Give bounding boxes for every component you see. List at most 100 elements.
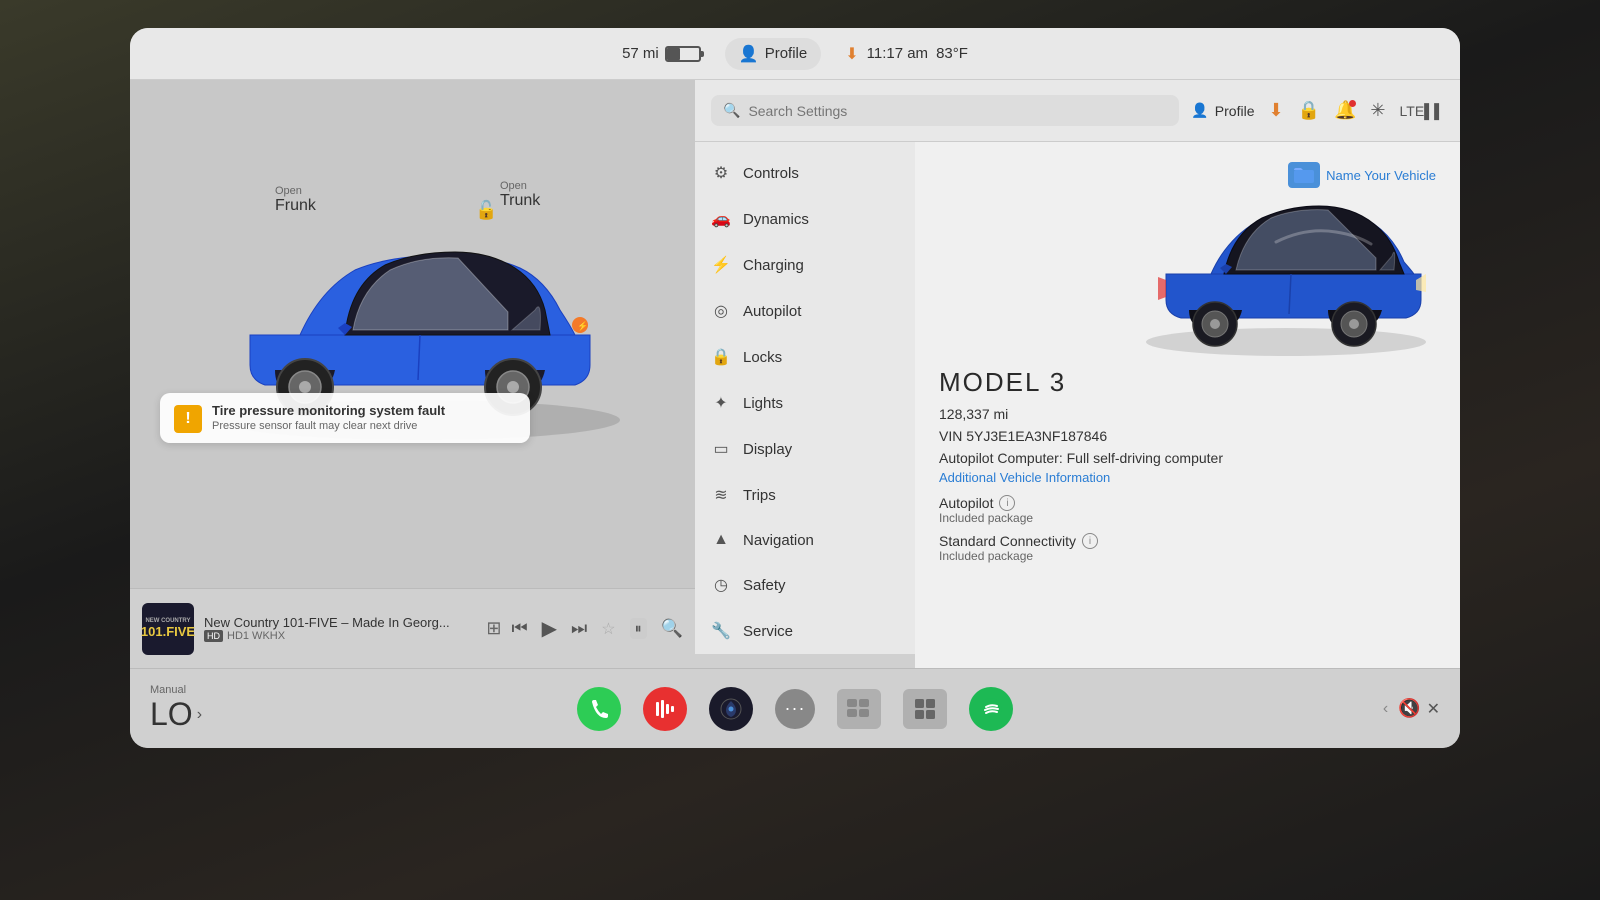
battery-bar — [665, 46, 701, 62]
navigation-icon: ▲ — [711, 531, 731, 549]
download-header-icon: ⬇ — [1268, 100, 1283, 121]
bell-icon: 🔔 — [1334, 100, 1356, 121]
trips-icon: ≋ — [711, 485, 731, 505]
charging-icon: ⚡ — [711, 255, 731, 275]
search-music-icon[interactable]: 🔍 — [661, 618, 683, 639]
map-icon[interactable] — [709, 687, 753, 731]
menu-item-dynamics[interactable]: 🚗 Dynamics — [695, 196, 915, 242]
search-box[interactable]: 🔍 — [711, 95, 1179, 126]
menu-item-lights[interactable]: ✦ Lights — [695, 380, 915, 426]
menu-item-safety[interactable]: ◷ Safety — [695, 562, 915, 608]
favorite-icon[interactable]: ☆ — [601, 619, 615, 639]
main-content: Open Frunk 🔓 Open Trunk — [130, 80, 1460, 668]
phone-icon[interactable] — [577, 687, 621, 731]
menu-item-navigation[interactable]: ▲ Navigation — [695, 518, 915, 562]
autopilot-label: Autopilot — [743, 303, 801, 320]
name-vehicle-area: Name Your Vehicle — [1288, 162, 1436, 188]
autopilot-info-icon[interactable]: i — [999, 495, 1015, 511]
status-bar: 57 mi 👤 Profile ⬇ 11:17 am 83°F — [130, 28, 1460, 80]
climate-mode-label: Manual — [150, 684, 202, 696]
autopilot-icon: ◎ — [711, 301, 731, 321]
radio-info: New Country 101-FIVE – Made In Georg... … — [204, 615, 476, 642]
battery-info: 57 mi — [622, 45, 701, 62]
pause-icon[interactable]: ⏸ — [630, 618, 647, 639]
temp-display: 83°F — [936, 45, 968, 62]
locks-label: Locks — [743, 349, 782, 366]
menu-item-autopilot[interactable]: ◎ Autopilot — [695, 288, 915, 334]
station-id: HD HD1 WKHX — [204, 630, 476, 642]
climate-arrow-icon: › — [197, 706, 202, 724]
name-vehicle-button[interactable]: Name Your Vehicle — [1326, 168, 1436, 183]
vehicle-vin: VIN 5YJ3E1EA3NF187846 — [939, 428, 1436, 444]
grid-icon[interactable] — [903, 689, 947, 729]
header-profile-label: Profile — [1215, 103, 1255, 119]
connectivity-feature-row: Standard Connectivity i Included package — [939, 533, 1436, 563]
car-area: Open Frunk 🔓 Open Trunk — [130, 80, 695, 588]
menu-item-service[interactable]: 🔧 Service — [695, 608, 915, 654]
additional-info-link[interactable]: Additional Vehicle Information — [939, 470, 1436, 485]
warning-subtitle: Pressure sensor fault may clear next dri… — [212, 420, 445, 432]
vin-label: VIN — [939, 428, 962, 444]
media-icon[interactable] — [643, 687, 687, 731]
profile-label: Profile — [765, 45, 808, 62]
warning-title: Tire pressure monitoring system fault — [212, 403, 445, 418]
menu-item-locks[interactable]: 🔒 Locks — [695, 334, 915, 380]
prev-track-button[interactable]: ⏮ — [511, 618, 527, 639]
trips-label: Trips — [743, 487, 776, 504]
model-title: MODEL 3 — [939, 367, 1436, 398]
menu-item-charging[interactable]: ⚡ Charging — [695, 242, 915, 288]
display-label: Display — [743, 441, 792, 458]
lte-icon: LTE▌▌ — [1400, 103, 1444, 119]
autopilot-feature-row: Autopilot i Included package — [939, 495, 1436, 525]
volume-x-label: ✕ — [1427, 699, 1440, 719]
battery-mi-label: 57 mi — [622, 45, 659, 62]
song-title: New Country 101-FIVE – Made In Georg... — [204, 615, 476, 630]
vehicle-mileage: 128,337 mi — [939, 406, 1436, 422]
settings-header: 🔍 👤 Profile ⬇ 🔒 🔔 ✳ LTE▌▌ — [695, 80, 1460, 142]
autopilot-feature-title: Autopilot i — [939, 495, 1436, 511]
more-dots-icon[interactable]: ··· — [775, 689, 815, 729]
cast-to-screen-icon[interactable]: ⊞ — [486, 618, 501, 639]
download-icon: ⬇ — [845, 44, 858, 64]
play-button[interactable]: ▶ — [542, 616, 557, 641]
connectivity-info-icon[interactable]: i — [1082, 533, 1098, 549]
warning-icon: ! — [174, 405, 202, 433]
connectivity-feature-title: Standard Connectivity i — [939, 533, 1436, 549]
volume-control[interactable]: 🔇 ✕ — [1398, 698, 1440, 719]
vin-value: 5YJ3E1EA3NF187846 — [966, 428, 1107, 444]
navigation-label: Navigation — [743, 532, 814, 549]
search-icon: 🔍 — [723, 102, 740, 119]
taskbar: Manual LO › — [130, 668, 1460, 748]
search-input[interactable] — [748, 103, 928, 119]
dynamics-icon: 🚗 — [711, 209, 731, 229]
time-display: 11:17 am — [867, 45, 928, 62]
menu-item-controls[interactable]: ⚙ Controls — [695, 150, 915, 196]
svg-text:⚡: ⚡ — [577, 320, 588, 332]
warning-text: Tire pressure monitoring system fault Pr… — [212, 403, 445, 432]
battery-fill — [667, 48, 680, 60]
menu-item-trips[interactable]: ≋ Trips — [695, 472, 915, 518]
safety-icon: ◷ — [711, 575, 731, 595]
header-icons: 👤 Profile ⬇ 🔒 🔔 ✳ LTE▌▌ — [1191, 100, 1444, 121]
controls-icon: ⚙ — [711, 163, 731, 183]
task-right: ‹ 🔇 ✕ — [1013, 698, 1440, 719]
cards-icon[interactable] — [837, 689, 881, 729]
profile-person-icon: 👤 — [1191, 102, 1208, 119]
lights-icon: ✦ — [711, 393, 731, 413]
next-track-button[interactable]: ⏭ — [571, 618, 587, 639]
service-icon: 🔧 — [711, 621, 731, 641]
display-icon: ▭ — [711, 439, 731, 459]
lights-label: Lights — [743, 395, 783, 412]
warning-message: ! Tire pressure monitoring system fault … — [160, 393, 530, 443]
person-icon: 👤 — [739, 44, 759, 64]
menu-item-display[interactable]: ▭ Display — [695, 426, 915, 472]
music-bar: NEW COUNTRY 101.FIVE New Country 101-FIV… — [130, 588, 695, 668]
spotify-icon[interactable] — [969, 687, 1013, 731]
connectivity-package: Included package — [939, 549, 1436, 563]
music-controls: ⏮ ▶ ⏭ ☆ ⏸ 🔍 — [511, 616, 683, 641]
settings-body: ⚙ Controls 🚗 Dynamics ⚡ Charging ◎ Autop… — [695, 142, 1460, 668]
profile-button[interactable]: 👤 Profile — [725, 38, 821, 70]
header-profile-button[interactable]: 👤 Profile — [1191, 102, 1254, 119]
vehicle-info: Name Your Vehicle MODEL 3 128,337 mi VIN… — [915, 142, 1460, 668]
menu-item-software[interactable]: ⬇ Software — [695, 654, 915, 668]
